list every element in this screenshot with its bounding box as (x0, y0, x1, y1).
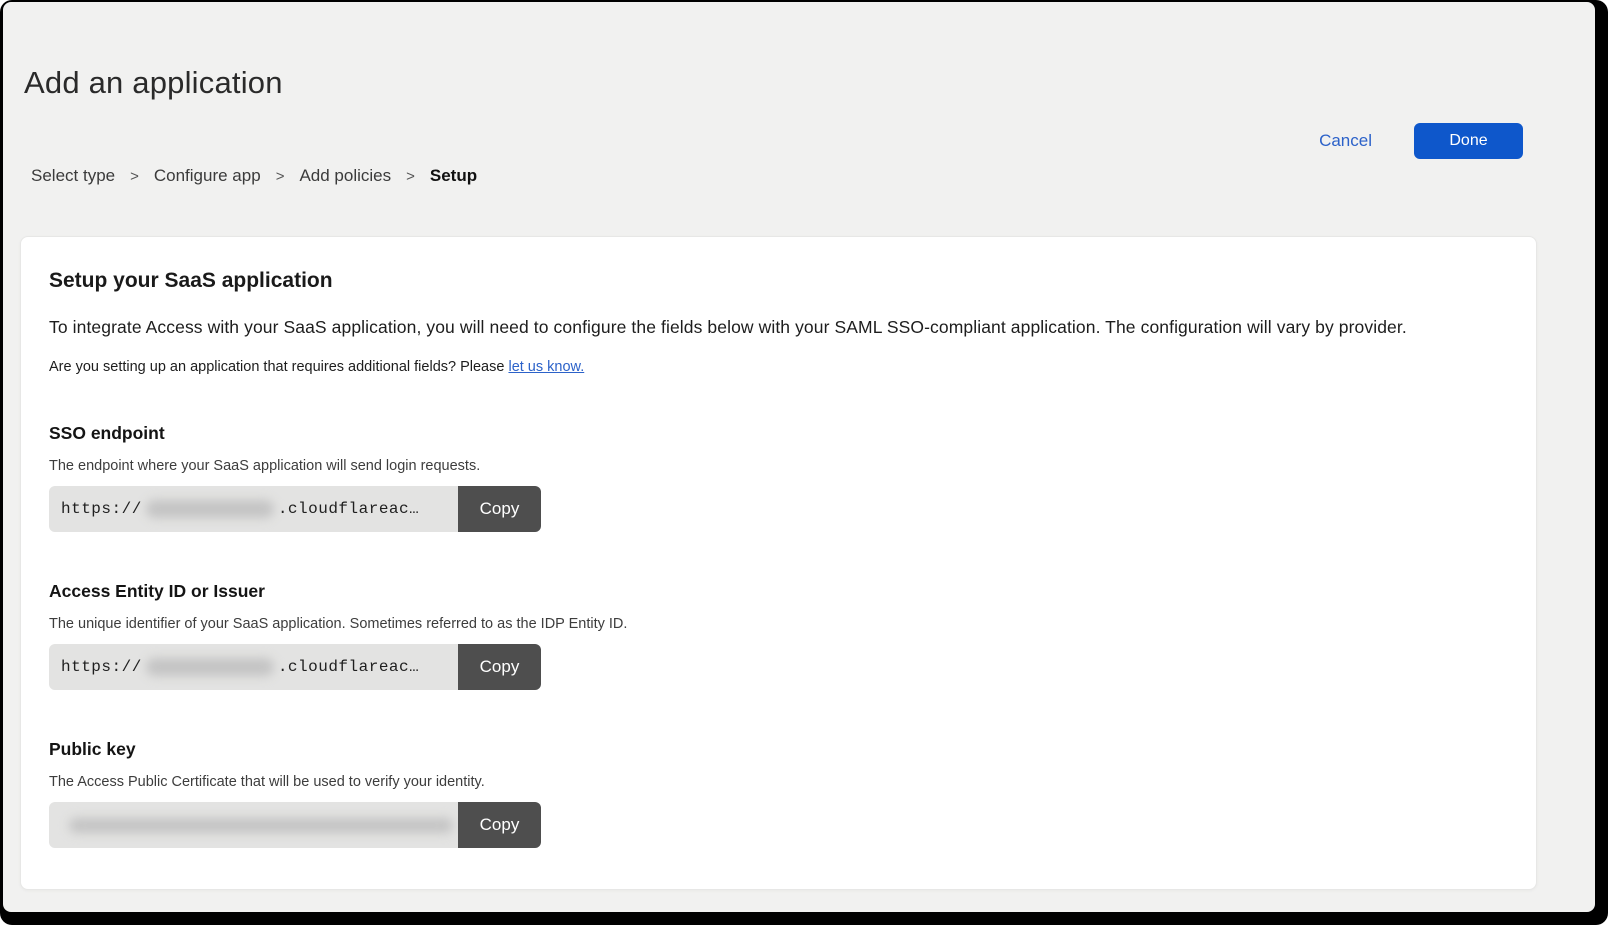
setup-card: Setup your SaaS application To integrate… (20, 236, 1537, 890)
header-actions: Cancel Done (1319, 123, 1523, 159)
field-description: The unique identifier of your SaaS appli… (49, 616, 1508, 632)
copy-button[interactable]: Copy (458, 802, 541, 848)
window-frame: Add an application Cancel Done Select ty… (0, 0, 1608, 925)
redacted-value (146, 500, 274, 518)
public-key-value (49, 802, 458, 848)
sso-endpoint-value: https:// .cloudflareac… (49, 486, 458, 532)
sso-endpoint-copybox: https:// .cloudflareac… Copy (49, 486, 541, 532)
copy-button[interactable]: Copy (458, 644, 541, 690)
breadcrumb-item-setup: Setup (430, 166, 477, 186)
value-suffix: .cloudflareac… (278, 500, 419, 518)
cancel-button[interactable]: Cancel (1319, 131, 1372, 151)
breadcrumb-item-add-policies[interactable]: Add policies (299, 166, 391, 186)
breadcrumb-separator: > (130, 168, 139, 185)
redacted-value (69, 818, 453, 833)
value-suffix: .cloudflareac… (278, 658, 419, 676)
page-title: Add an application (24, 62, 1595, 104)
access-entity-id-copybox: https:// .cloudflareac… Copy (49, 644, 541, 690)
card-heading: Setup your SaaS application (49, 269, 1508, 293)
done-button[interactable]: Done (1414, 123, 1523, 159)
breadcrumb-item-select-type[interactable]: Select type (31, 166, 115, 186)
field-access-entity-id: Access Entity ID or Issuer The unique id… (49, 581, 1508, 690)
card-intro: To integrate Access with your SaaS appli… (49, 317, 1508, 338)
field-label: Public key (49, 739, 1508, 760)
field-description: The Access Public Certificate that will … (49, 774, 1508, 790)
breadcrumb-item-configure-app[interactable]: Configure app (154, 166, 261, 186)
field-public-key: Public key The Access Public Certificate… (49, 739, 1508, 848)
access-entity-id-value: https:// .cloudflareac… (49, 644, 458, 690)
let-us-know-link[interactable]: let us know. (508, 359, 584, 375)
breadcrumb-separator: > (276, 168, 285, 185)
redacted-value (146, 658, 274, 676)
card-note: Are you setting up an application that r… (49, 359, 1508, 375)
breadcrumb-separator: > (406, 168, 415, 185)
copy-button[interactable]: Copy (458, 486, 541, 532)
field-label: Access Entity ID or Issuer (49, 581, 1508, 602)
page: Add an application Cancel Done Select ty… (3, 2, 1595, 912)
public-key-copybox: Copy (49, 802, 541, 848)
value-prefix: https:// (61, 658, 142, 676)
field-description: The endpoint where your SaaS application… (49, 458, 1508, 474)
breadcrumb: Select type > Configure app > Add polici… (31, 166, 1595, 186)
field-label: SSO endpoint (49, 423, 1508, 444)
page-header: Add an application Cancel Done (3, 62, 1595, 104)
card-note-text: Are you setting up an application that r… (49, 359, 504, 375)
value-prefix: https:// (61, 500, 142, 518)
field-sso-endpoint: SSO endpoint The endpoint where your Saa… (49, 423, 1508, 532)
